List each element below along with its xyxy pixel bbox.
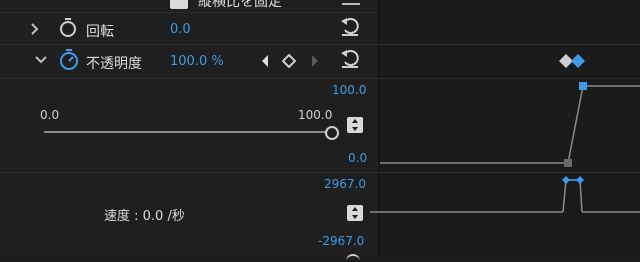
checkbox[interactable] [170,0,188,9]
graph-bottom-value: 0.0 [348,151,368,165]
graph-scale-icon[interactable] [346,116,364,134]
stopwatch-active-icon[interactable] [59,49,79,71]
velocity-scale-icon[interactable] [346,204,364,222]
opacity-curve [380,82,640,167]
chevron-right-icon[interactable] [30,22,40,36]
reset-opacity-icon[interactable] [340,48,362,70]
opacity-label: 不透明度 [86,56,142,72]
velocity-top-value: 2967.0 [324,177,366,191]
velocity-label: 速度 : 0.0 /秒 [104,209,185,224]
velocity-bottom-value: -2967.0 [318,234,365,248]
opacity-slider-track[interactable] [44,131,328,133]
prev-keyframe-icon[interactable] [260,54,270,68]
add-keyframe-icon[interactable] [282,54,296,68]
next-keyframe-icon[interactable] [310,54,320,68]
stopwatch-icon[interactable] [59,18,77,38]
row-separator [0,44,640,45]
partial-bottom-icon [346,254,360,262]
slider-max-label: 100.0 [298,108,333,122]
row-separator [0,12,378,13]
rotation-label: 回転 [86,24,114,40]
aspect-ratio-label: 縦横比を固定 [198,0,282,10]
graph-top-value: 100.0 [332,83,367,97]
opacity-slider-thumb[interactable] [325,126,339,140]
keyframe-diamonds[interactable] [558,53,592,69]
chevron-down-icon[interactable] [34,55,48,65]
partial-reset-icon[interactable] [342,3,360,5]
reset-icon[interactable] [340,16,362,38]
slider-min-label: 0.0 [40,108,60,122]
effect-controls-panel [0,0,380,258]
velocity-curve [370,176,640,213]
opacity-value[interactable]: 100.0 % [170,54,224,69]
rotation-value[interactable]: 0.0 [170,22,191,37]
